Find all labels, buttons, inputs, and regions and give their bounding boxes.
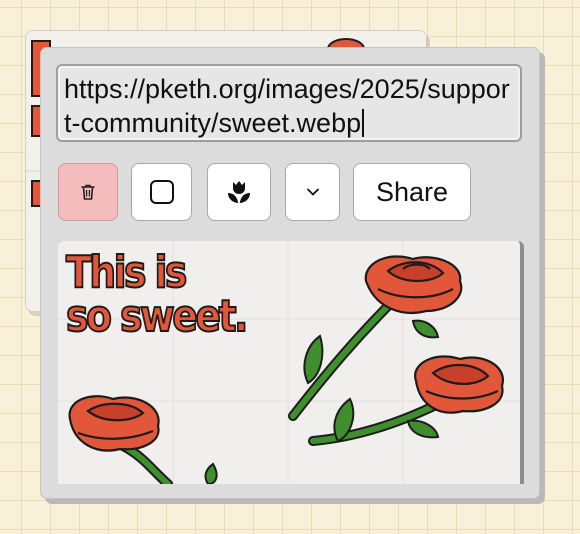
chevron-down-icon bbox=[306, 188, 319, 196]
image-caption-line-2: so sweet. bbox=[65, 291, 249, 342]
url-field[interactable]: https://pketh.org/images/2025/support-co… bbox=[56, 64, 522, 142]
square-icon bbox=[149, 180, 174, 204]
image-share-card: https://pketh.org/images/2025/support-co… bbox=[40, 47, 540, 499]
share-button[interactable]: Share bbox=[353, 163, 471, 221]
delete-button[interactable] bbox=[58, 163, 118, 221]
frame-toggle-button[interactable] bbox=[131, 163, 192, 221]
image-caption: This is so sweet. bbox=[65, 247, 249, 342]
more-options-button[interactable] bbox=[285, 163, 340, 221]
tulip-icon bbox=[228, 181, 250, 203]
url-field-value: https://pketh.org/images/2025/support-co… bbox=[64, 74, 510, 138]
card-toolbar: Share bbox=[58, 163, 528, 221]
trash-icon bbox=[81, 184, 95, 200]
image-preview: This is so sweet. bbox=[58, 241, 524, 484]
text-cursor bbox=[362, 109, 365, 137]
image-caption-line-1: This is bbox=[65, 247, 188, 298]
flower-button[interactable] bbox=[207, 163, 271, 221]
